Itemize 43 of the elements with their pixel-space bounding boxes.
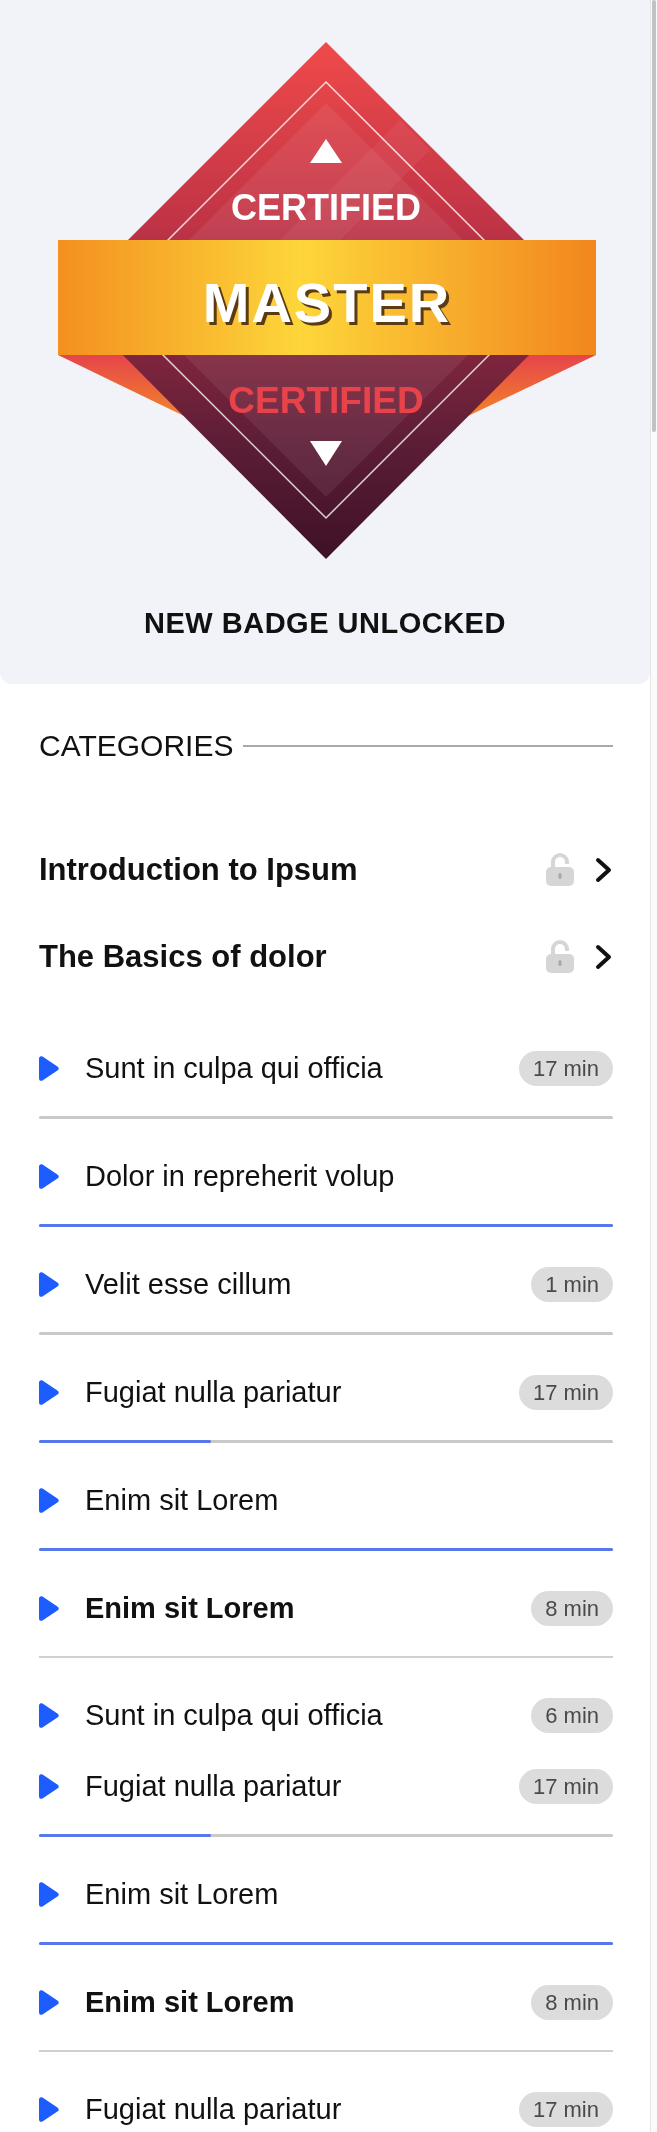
lesson-title[interactable]: Velit esse cillum [85,1266,292,1302]
category-title[interactable]: Introduction to Ipsum [39,850,358,889]
play-icon[interactable] [39,1055,59,1081]
down-triangle-icon [310,441,342,466]
lesson-title[interactable]: Fugiat nulla pariatur [85,1768,342,1804]
duration-pill: 8 min [531,1984,613,2020]
play-icon[interactable] [39,1989,59,2015]
unlocked-message: NEW BADGE UNLOCKED [144,606,506,641]
lesson-title[interactable]: Fugiat nulla pariatur [85,1374,342,1410]
duration-pill: 17 min [518,1768,613,1804]
lesson-title[interactable]: Sunt in culpa qui officia [85,1050,383,1086]
section-heading: CATEGORIES [39,729,234,763]
duration-pill: 1 min [531,1266,613,1302]
up-triangle-icon [310,139,342,163]
badge-label: CERTIFIED [231,187,421,228]
play-icon[interactable] [39,1271,59,1297]
duration-pill: 17 min [518,2091,613,2127]
lesson-title[interactable]: Sunt in culpa qui officia [85,1697,383,1733]
play-icon[interactable] [39,1487,59,1513]
lesson-title[interactable]: Enim sit Lorem [85,1876,279,1912]
play-icon[interactable] [39,1163,59,1189]
chevron-right-icon[interactable] [595,943,613,970]
play-icon[interactable] [39,1379,59,1405]
play-icon[interactable] [39,1773,59,1799]
duration-pill: 8 min [531,1590,613,1626]
badge-label: CERTIFIED [228,380,424,421]
play-icon[interactable] [39,1595,59,1621]
lesson-title[interactable]: Enim sit Lorem [85,1984,295,2020]
lesson-title[interactable]: Fugiat nulla pariatur [85,2091,342,2127]
badge-title: MASTER [202,271,452,334]
scrollbar-track[interactable] [650,0,657,2132]
lesson-title[interactable]: Dolor in repreherit volup [85,1158,395,1194]
category-title[interactable]: The Basics of dolor [39,937,327,976]
chevron-right-icon[interactable] [595,856,613,883]
scrollbar-thumb[interactable] [652,0,656,432]
play-icon[interactable] [39,1702,59,1728]
duration-pill: 6 min [531,1697,613,1733]
play-icon[interactable] [39,2096,59,2122]
duration-pill: 17 min [518,1374,613,1410]
lesson-title[interactable]: Enim sit Lorem [85,1590,295,1626]
lesson-title[interactable]: Enim sit Lorem [85,1482,279,1518]
play-icon[interactable] [39,1881,59,1907]
duration-pill: 17 min [518,1050,613,1086]
